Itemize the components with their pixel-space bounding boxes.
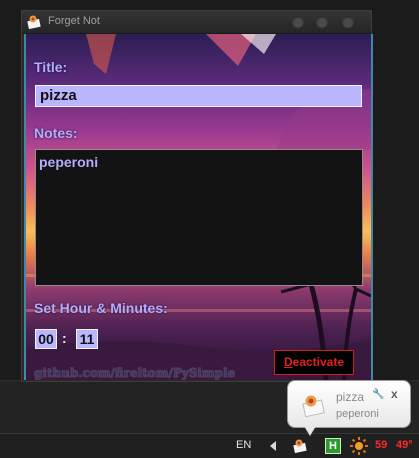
taskbar: EN H 59 49° <box>0 433 419 458</box>
notification-close-icon[interactable]: x <box>391 387 398 401</box>
deactivate-mnemonic: D <box>283 355 293 369</box>
time-label: Set Hour & Minutes: <box>34 300 168 316</box>
hour-input[interactable]: 00 <box>35 329 57 349</box>
notification-bubble[interactable]: pizza peperoni 🔧 x <box>287 380 411 428</box>
minimize-button[interactable] <box>292 16 304 28</box>
minute-input[interactable]: 11 <box>76 329 98 349</box>
deactivate-label: eactivate <box>292 355 345 369</box>
notes-textarea[interactable]: peperoni <box>35 149 363 286</box>
notification-body: peperoni <box>336 408 379 420</box>
h-tray-icon[interactable]: H <box>325 438 341 454</box>
deactivate-button[interactable]: Deactivate <box>274 350 354 375</box>
language-indicator[interactable]: EN <box>236 439 251 451</box>
app-logo-icon <box>27 15 41 30</box>
app-window: Forget Not Title: pizza Notes: peperoni … <box>21 10 373 382</box>
settings-wrench-icon[interactable]: 🔧 <box>372 389 384 400</box>
footer-link[interactable]: github.com/fireltom/PySimple <box>34 366 235 380</box>
title-label: Title: <box>34 59 68 75</box>
close-button[interactable] <box>342 16 354 28</box>
sun-icon[interactable] <box>350 437 368 455</box>
forget-not-tray-icon[interactable] <box>293 438 309 454</box>
notification-app-icon <box>302 395 325 418</box>
maximize-button[interactable] <box>316 16 328 28</box>
window-title: Forget Not <box>48 15 100 27</box>
notification-title: pizza <box>336 390 365 404</box>
notes-label: Notes: <box>34 125 78 141</box>
temperature-readout: 49° <box>396 439 413 451</box>
cpu-readout: 59 <box>375 439 388 451</box>
title-input[interactable]: pizza <box>35 85 362 107</box>
window-content: Title: pizza Notes: peperoni Set Hour & … <box>24 34 373 380</box>
time-separator: : <box>62 330 67 346</box>
title-bar[interactable]: Forget Not <box>22 11 371 34</box>
notification-tail <box>304 426 316 436</box>
show-hidden-icons-icon[interactable] <box>270 441 276 451</box>
